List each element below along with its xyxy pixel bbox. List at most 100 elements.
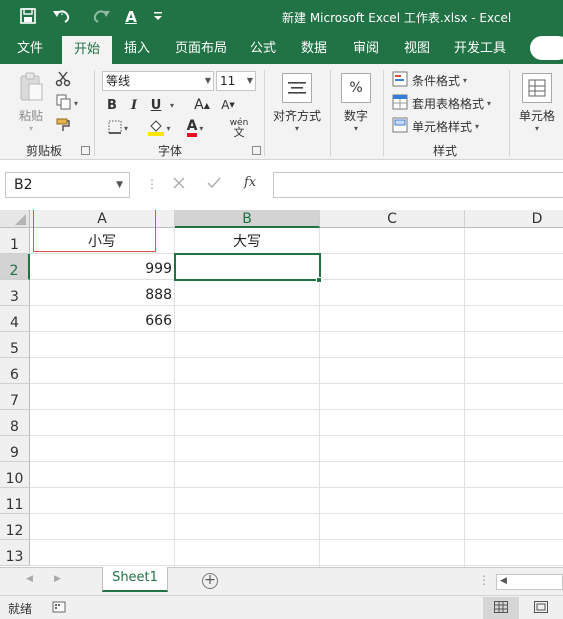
column-header-c[interactable]: C: [320, 210, 465, 228]
add-sheet-button[interactable]: +: [202, 573, 218, 589]
row-header-1[interactable]: 1: [0, 228, 30, 254]
font-color-quick-button[interactable]: A: [121, 6, 141, 28]
paste-label: 粘贴: [18, 108, 43, 123]
row-header-9[interactable]: 9: [0, 436, 30, 462]
format-painter-button[interactable]: [52, 116, 74, 136]
account-avatar[interactable]: [530, 36, 563, 60]
borders-button[interactable]: ▾: [104, 118, 132, 138]
paint-bucket-icon: [147, 118, 165, 139]
row-header-3[interactable]: 3: [0, 280, 30, 306]
chevron-down-icon: ▾: [294, 124, 299, 133]
tab-insert[interactable]: 插入: [114, 34, 160, 64]
italic-button[interactable]: I: [125, 95, 143, 115]
tab-developer[interactable]: 开发工具: [448, 34, 512, 64]
horizontal-scrollbar[interactable]: ◀: [496, 574, 563, 590]
chevron-down-icon: ▾: [534, 124, 539, 133]
phonetic-guide-button[interactable]: wén 文: [222, 116, 256, 140]
normal-view-button[interactable]: [483, 597, 519, 619]
alignment-label: 对齐方式: [272, 109, 321, 123]
ribbon-separator: [509, 70, 510, 156]
tab-file[interactable]: 文件: [5, 34, 55, 64]
sheet-tab-bar: ◀ ▶ Sheet1 + ⋮ ◀: [0, 567, 563, 595]
row-header-5[interactable]: 5: [0, 332, 30, 358]
font-name-select[interactable]: 等线 ▼: [102, 71, 214, 91]
fill-handle[interactable]: [316, 277, 322, 283]
tab-formulas[interactable]: 公式: [242, 34, 284, 64]
column-header-b[interactable]: B: [175, 210, 320, 228]
row-header-13[interactable]: 13: [0, 540, 30, 566]
page-layout-view-button[interactable]: [523, 597, 559, 619]
format-as-table-button[interactable]: 套用表格格式 ▾: [392, 93, 512, 113]
more-options-icon[interactable]: ⋮: [478, 573, 490, 587]
font-color-label: A: [186, 119, 198, 137]
gridline: [30, 383, 563, 384]
cell-a3[interactable]: 888: [30, 280, 174, 306]
row-header-2[interactable]: 2: [0, 254, 30, 280]
row-header-7[interactable]: 7: [0, 384, 30, 410]
cancel-button[interactable]: [172, 176, 188, 192]
column-header-d[interactable]: D: [465, 210, 563, 228]
clipboard-launcher-icon[interactable]: [81, 146, 90, 155]
customize-quick-access-button[interactable]: [150, 6, 166, 28]
row-header-8[interactable]: 8: [0, 410, 30, 436]
tab-page-layout[interactable]: 页面布局: [168, 34, 234, 64]
up-arrow-icon: ▲: [203, 100, 210, 110]
ribbon-separator: [264, 70, 265, 156]
undo-button[interactable]: [48, 6, 78, 28]
highlight-box: [33, 210, 156, 252]
scroll-left-icon[interactable]: ◀: [500, 576, 507, 586]
bold-button[interactable]: B: [103, 95, 121, 115]
cells-button[interactable]: 单元格 ▾: [514, 68, 560, 138]
underline-button[interactable]: U: [147, 95, 165, 115]
clipboard-group-label: 剪贴板: [25, 144, 62, 158]
cells-icon: [522, 73, 552, 103]
enter-button[interactable]: [207, 176, 223, 192]
font-launcher-icon[interactable]: [252, 146, 261, 155]
cell-a2[interactable]: 999: [30, 254, 174, 280]
tab-data[interactable]: 数据: [292, 34, 336, 64]
name-box[interactable]: B2 ▼: [5, 172, 130, 198]
plus-icon: +: [204, 572, 216, 588]
cut-button[interactable]: [52, 70, 74, 90]
tab-view[interactable]: 视图: [396, 34, 438, 64]
more-options-icon[interactable]: ⋮: [146, 177, 158, 191]
tab-home[interactable]: 开始: [62, 36, 112, 64]
cell-b1[interactable]: 大写: [175, 228, 319, 254]
status-text: 就绪: [8, 602, 33, 616]
save-button[interactable]: [16, 6, 40, 28]
row-header-6[interactable]: 6: [0, 358, 30, 384]
macro-record-button[interactable]: [52, 600, 66, 617]
gridline: [30, 487, 563, 488]
underline-dropdown-icon[interactable]: ▾: [167, 95, 177, 115]
shrink-font-button[interactable]: A ▼: [218, 95, 238, 115]
row-header-12[interactable]: 12: [0, 514, 30, 540]
cell-styles-button[interactable]: 单元格样式 ▾: [392, 116, 502, 136]
scroll-left-icon[interactable]: ◀: [26, 574, 33, 584]
clipboard-icon: [18, 72, 44, 105]
select-all-button[interactable]: [0, 210, 30, 228]
scroll-right-icon[interactable]: ▶: [54, 574, 61, 584]
copy-button[interactable]: ▾: [52, 93, 82, 113]
active-cell-b2[interactable]: [174, 253, 321, 281]
row-header-10[interactable]: 10: [0, 462, 30, 488]
chevron-down-icon: ▾: [463, 75, 468, 85]
paste-button[interactable]: 粘贴 ▾: [12, 70, 50, 134]
font-size-value: 11: [220, 74, 236, 88]
cell-a4[interactable]: 666: [30, 306, 174, 332]
conditional-format-button[interactable]: 条件格式 ▾: [392, 70, 502, 90]
sheet-tab-sheet1[interactable]: Sheet1: [102, 567, 168, 592]
row-header-4[interactable]: 4: [0, 306, 30, 332]
font-color-button[interactable]: A ▾: [180, 118, 210, 138]
redo-button[interactable]: [86, 6, 114, 28]
number-format-button[interactable]: % 数字 ▾: [336, 68, 376, 138]
alignment-button[interactable]: 对齐方式 ▾: [270, 68, 324, 138]
cell-styles-icon: [392, 117, 408, 136]
tab-review[interactable]: 审阅: [344, 34, 388, 64]
fill-color-button[interactable]: ▾: [144, 118, 174, 138]
chevron-down-icon: ▾: [199, 123, 204, 133]
formula-input[interactable]: [273, 172, 563, 198]
insert-function-button[interactable]: fx: [244, 175, 256, 190]
grow-font-button[interactable]: A ▲: [192, 95, 212, 115]
row-header-11[interactable]: 11: [0, 488, 30, 514]
font-size-select[interactable]: 11 ▼: [216, 71, 256, 91]
